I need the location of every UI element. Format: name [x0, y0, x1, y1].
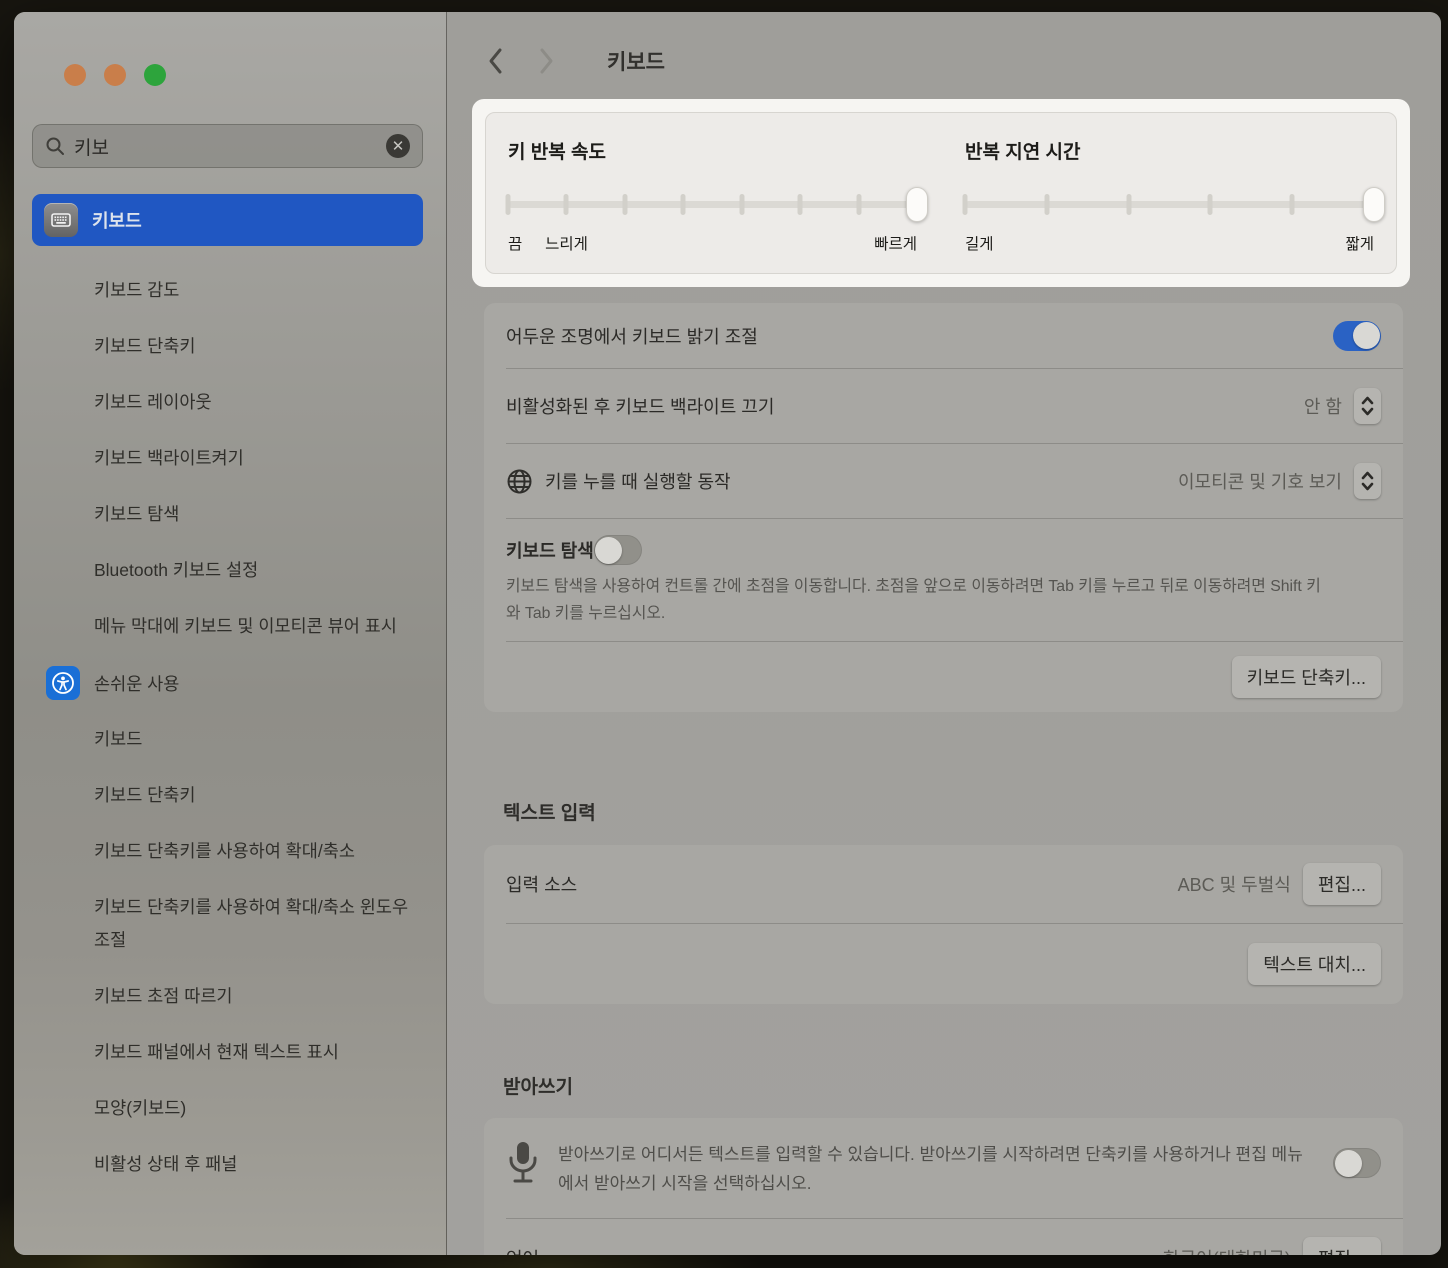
input-source-value: ABC 및 두벌식	[1178, 871, 1291, 897]
keyboard-shortcuts-button[interactable]: 키보드 단축키...	[1232, 656, 1381, 698]
keyboard-settings-card: 어두운 조명에서 키보드 밝기 조절 비활성화된 후 키보드 백라이트 끄기 안…	[484, 303, 1403, 712]
search-input[interactable]: 키보 ✕	[32, 124, 423, 168]
sidebar-results-list: 키보드 감도 키보드 단축키 키보드 레이아웃 키보드 백라이트켜기 키보드 탐…	[14, 260, 447, 1204]
keyboard-app-icon	[44, 203, 78, 237]
slider-thumb[interactable]	[1363, 187, 1385, 222]
press-key-popup[interactable]	[1354, 463, 1381, 499]
input-source-row: 입력 소스 ABC 및 두벌식 편집...	[484, 845, 1403, 923]
search-text[interactable]: 키보	[74, 133, 386, 160]
minimize-window-button[interactable]	[104, 64, 126, 86]
scale-fast-label: 빠르게	[874, 232, 917, 254]
sidebar-item-acc-focus-follow[interactable]: 키보드 초점 따르기	[94, 980, 421, 1013]
page-title: 키보드	[607, 46, 665, 76]
sidebar-item-acc-keyboard[interactable]: 키보드	[94, 723, 421, 756]
sidebar-item-keyboard-navigation[interactable]: 키보드 탐색	[94, 498, 421, 531]
sidebar-item-acc-shortcuts[interactable]: 키보드 단축키	[94, 779, 421, 812]
keyboard-nav-description: 키보드 탐색을 사용하여 컨트롤 간에 초점을 이동합니다. 초점을 앞으로 이…	[506, 573, 1326, 627]
language-edit-button[interactable]: 편집...	[1303, 1237, 1381, 1255]
backlight-off-label: 비활성화된 후 키보드 백라이트 끄기	[506, 393, 1304, 419]
zoom-window-button[interactable]	[144, 64, 166, 86]
input-source-label: 입력 소스	[506, 871, 1178, 897]
repeat-settings-card: 키 반복 속도 끔 느리게 빠르게 반복 지연 시간	[485, 112, 1397, 274]
dictation-intro-row: 받아쓰기로 어디서든 텍스트를 입력할 수 있습니다. 받아쓰기를 시작하려면 …	[484, 1118, 1403, 1218]
search-icon	[45, 136, 65, 156]
press-key-value: 이모티콘 및 기호 보기	[1178, 468, 1342, 494]
navigation-bar: 키보드	[487, 46, 665, 76]
dictation-card: 받아쓰기로 어디서든 텍스트를 입력할 수 있습니다. 받아쓰기를 시작하려면 …	[484, 1118, 1403, 1255]
language-label: 언어	[506, 1245, 1163, 1255]
main-content: 키보드 키 반복 속도 끔 느리게 빠르게	[447, 12, 1441, 1255]
globe-icon	[506, 468, 533, 495]
key-repeat-slider[interactable]	[508, 186, 917, 222]
slider-thumb[interactable]	[906, 187, 928, 222]
traffic-lights	[64, 64, 166, 86]
dictation-description: 받아쓰기로 어디서든 텍스트를 입력할 수 있습니다. 받아쓰기를 시작하려면 …	[558, 1140, 1315, 1198]
sidebar-item-acc-appearance[interactable]: 모양(키보드)	[94, 1092, 421, 1125]
language-value: 한국어(대한민국)	[1163, 1245, 1291, 1255]
dictation-toggle[interactable]	[1333, 1148, 1381, 1178]
key-repeat-label: 키 반복 속도	[508, 137, 917, 164]
sidebar-item-menubar-viewer[interactable]: 메뉴 막대에 키보드 및 이모티콘 뷰어 표시	[94, 610, 421, 643]
keyboard-nav-row: 키보드 탐색 키보드 탐색을 사용하여 컨트롤 간에 초점을 이동합니다. 초점…	[484, 519, 1403, 641]
sidebar-group-label: 손쉬운 사용	[94, 671, 179, 696]
toggle-knob	[1353, 322, 1380, 349]
sidebar-item-acc-inactive-panel[interactable]: 비활성 상태 후 패널	[94, 1148, 421, 1181]
sidebar-item-acc-panel-text[interactable]: 키보드 패널에서 현재 텍스트 표시	[94, 1036, 421, 1069]
close-window-button[interactable]	[64, 64, 86, 86]
system-settings-window: 키보 ✕ 키보드 키보드 감도 키보드 단축키 키보드 레이아웃 키보드 백라이…	[14, 12, 1441, 1255]
repeat-delay-scale: 길게 짧게	[965, 232, 1374, 254]
repeat-delay-slider[interactable]	[965, 186, 1374, 222]
dictation-heading: 받아쓰기	[503, 1072, 573, 1099]
sidebar-item-keyboard-selected[interactable]: 키보드	[32, 194, 423, 246]
backlight-off-popup[interactable]	[1354, 388, 1381, 424]
sidebar-item-acc-zoom-shortcut[interactable]: 키보드 단축키를 사용하여 확대/축소	[94, 835, 421, 868]
sidebar-item-keyboard-layout[interactable]: 키보드 레이아웃	[94, 386, 421, 419]
repeat-delay-label: 반복 지연 시간	[965, 137, 1374, 164]
key-repeat-group: 키 반복 속도 끔 느리게 빠르게	[508, 137, 917, 273]
toggle-knob	[595, 537, 622, 564]
forward-button[interactable]	[538, 47, 555, 75]
slider-track[interactable]	[965, 201, 1374, 208]
text-replace-row: 텍스트 대치...	[484, 924, 1403, 1004]
press-key-label: 키를 누를 때 실행할 동작	[545, 468, 1178, 494]
sidebar-item-bluetooth-keyboard[interactable]: Bluetooth 키보드 설정	[94, 554, 421, 587]
sidebar-item-acc-zoom-window[interactable]: 키보드 단축키를 사용하여 확대/축소 윈도우 조절	[94, 891, 421, 957]
input-source-edit-button[interactable]: 편집...	[1303, 863, 1381, 905]
shortcuts-button-row: 키보드 단축키...	[484, 642, 1403, 712]
backlight-off-value: 안 함	[1304, 393, 1342, 419]
sidebar-item-keyboard-shortcuts[interactable]: 키보드 단축키	[94, 330, 421, 363]
sidebar-group-accessibility[interactable]: 손쉬운 사용	[46, 666, 421, 700]
brightness-label: 어두운 조명에서 키보드 밝기 조절	[506, 323, 1333, 349]
sidebar-item-keyboard-sensitivity[interactable]: 키보드 감도	[94, 274, 421, 307]
press-key-row: 키를 누를 때 실행할 동작 이모티콘 및 기호 보기	[484, 444, 1403, 518]
scale-long-label: 길게	[965, 232, 994, 254]
highlighted-settings-panel: 키 반복 속도 끔 느리게 빠르게 반복 지연 시간	[472, 99, 1410, 287]
sidebar: 키보 ✕ 키보드 키보드 감도 키보드 단축키 키보드 레이아웃 키보드 백라이…	[14, 12, 447, 1255]
text-replace-button[interactable]: 텍스트 대치...	[1248, 943, 1381, 985]
repeat-delay-group: 반복 지연 시간 길게 짧게	[965, 137, 1374, 273]
back-button[interactable]	[487, 47, 504, 75]
sidebar-item-label: 키보드	[92, 207, 142, 233]
text-input-card: 입력 소스 ABC 및 두벌식 편집... 텍스트 대치...	[484, 845, 1403, 1004]
keyboard-nav-label: 키보드 탐색	[506, 537, 594, 563]
text-input-heading: 텍스트 입력	[503, 798, 596, 825]
toggle-knob	[1335, 1150, 1362, 1177]
sidebar-item-keyboard-backlight[interactable]: 키보드 백라이트켜기	[94, 442, 421, 475]
clear-search-icon[interactable]: ✕	[386, 134, 410, 158]
scale-off-label: 끔	[508, 232, 522, 254]
brightness-toggle[interactable]	[1333, 321, 1381, 351]
language-row: 언어 한국어(대한민국) 편집...	[484, 1219, 1403, 1255]
brightness-row: 어두운 조명에서 키보드 밝기 조절	[484, 303, 1403, 368]
scale-short-label: 짧게	[1345, 232, 1374, 254]
accessibility-icon	[46, 666, 80, 700]
scale-slow-label: 느리게	[545, 232, 588, 254]
microphone-icon	[506, 1140, 540, 1186]
keyboard-nav-toggle[interactable]	[594, 535, 642, 565]
backlight-off-row: 비활성화된 후 키보드 백라이트 끄기 안 함	[484, 369, 1403, 443]
key-repeat-scale: 끔 느리게 빠르게	[508, 232, 917, 254]
